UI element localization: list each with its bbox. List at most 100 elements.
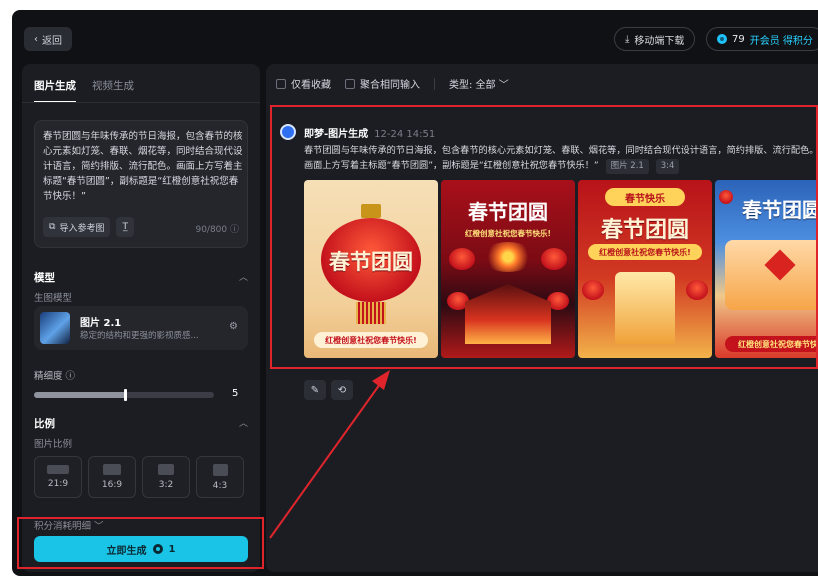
download-icon: ⤓: [625, 33, 630, 45]
result-image-4[interactable]: 春节团圆 红橙创意社祝您春节快乐: [715, 180, 818, 358]
aggregate-input-label: 聚合相同输入: [360, 80, 420, 91]
poster-subtitle: 红橙创意社祝您春节快乐!: [314, 332, 428, 348]
poster-subtitle: 红橙创意社祝您春节快乐!: [588, 244, 702, 260]
poster-top-label: 春节快乐: [605, 188, 685, 206]
back-button[interactable]: ‹ 返回: [24, 27, 72, 51]
aggregate-input-checkbox[interactable]: 聚合相同输入: [345, 76, 420, 91]
sliders-icon[interactable]: ⚙: [229, 321, 238, 332]
tabs-divider: [22, 102, 260, 103]
chevron-left-icon: ‹: [34, 33, 38, 45]
model-description: 稳定的结构和更强的影视质感...: [80, 331, 199, 341]
ratio-section-title: 比例: [34, 418, 55, 430]
lantern-graphic: [719, 190, 733, 204]
chevron-up-icon[interactable]: ︿: [239, 416, 248, 429]
ratio-label: 21:9: [47, 479, 69, 489]
poster-title: 春节团圆: [600, 217, 689, 243]
detail-value: 5: [232, 388, 239, 399]
poster-subtitle: 红橙创意社祝您春节快乐: [725, 336, 818, 352]
record-title-text: 即梦-图片生成: [304, 129, 369, 140]
character-counter: 90/800 ⓘ: [195, 225, 239, 235]
results-panel: 仅看收藏 聚合相同输入 类型: 全部 ﹀ 即梦-图片生成 12-24 14:51 …: [266, 64, 818, 572]
ratio-options: 21:9 16:9 3:2 4:3: [34, 456, 244, 498]
import-reference-label: 导入参考图: [59, 223, 105, 234]
edit-icon[interactable]: ✎: [304, 380, 326, 400]
temple-graphic: [465, 284, 551, 344]
model-thumbnail: [40, 312, 70, 344]
generate-cost: 1: [168, 543, 176, 555]
credit-coin-icon: [717, 34, 727, 44]
filter-bar: 仅看收藏 聚合相同输入 类型: 全部 ﹀: [276, 76, 509, 91]
credit-coin-icon: [152, 544, 163, 554]
result-image-2[interactable]: 春节团圆 红橙创意社祝您春节快乐!: [441, 180, 575, 358]
regenerate-icon[interactable]: ⟲: [331, 380, 353, 400]
prompt-tools: ⧉ 导入参考图 T̲: [43, 217, 134, 237]
ratio-label: 4:3: [212, 480, 228, 491]
mobile-download-button[interactable]: ⤓ 移动端下载: [614, 27, 696, 51]
record-prompt[interactable]: 春节团圆与年味传承的节日海报，包含春节的核心元素如灯笼、春联、烟花等，同时结合现…: [304, 143, 818, 174]
image-upload-icon: ⧉: [49, 222, 56, 232]
checkbox-box: [345, 78, 355, 89]
download-label: 移动端下载: [634, 35, 685, 47]
poster-title: 春节团圆: [329, 249, 413, 274]
favorites-only-checkbox[interactable]: 仅看收藏: [276, 76, 331, 91]
tab-video-generation[interactable]: 视频生成: [92, 78, 134, 103]
import-reference-button[interactable]: ⧉ 导入参考图: [43, 217, 111, 237]
filter-divider: [434, 77, 435, 90]
lantern-graphic: [541, 248, 567, 270]
ratio-option-4-3[interactable]: 4:3: [196, 456, 244, 498]
generation-panel: 图片生成 视频生成 春节团圆与年味传承的节日海报，包含春节的核心元素如灯笼、春联…: [22, 64, 260, 572]
model-section-title: 模型: [34, 272, 55, 284]
ratio-label: 16:9: [101, 480, 123, 490]
app-window: ‹ 返回 ⤓ 移动端下载 79 开会员 得积分 图片生成 视频生成 春节团圆与年…: [12, 10, 818, 576]
model-selector[interactable]: 图片 2.1 稳定的结构和更强的影视质感... ⚙: [34, 306, 248, 350]
credit-count: 79: [732, 33, 745, 45]
family-illustration: [725, 240, 818, 310]
detail-slider-fill: [34, 392, 124, 398]
ratio-shape-icon: [103, 464, 121, 475]
chevron-up-icon[interactable]: ︿: [239, 270, 248, 283]
fireworks-graphic: [481, 242, 535, 272]
prompt-text[interactable]: 春节团圆与年味传承的节日海报，包含春节的核心元素如灯笼、春联、烟花等，同时结合现…: [43, 129, 243, 204]
ratio-subtitle: 图片比例: [34, 439, 73, 450]
text-format-button[interactable]: T̲: [116, 217, 134, 237]
checkbox-box: [276, 78, 286, 89]
lantern-graphic: [686, 280, 708, 300]
ratio-shape-icon: [47, 465, 69, 474]
lantern-box-graphic: [615, 272, 675, 344]
result-image-1[interactable]: 春节团圆 红橙创意社祝您春节快乐!: [304, 180, 438, 358]
mode-tabs: 图片生成 视频生成: [34, 78, 134, 103]
type-filter-dropdown[interactable]: 类型: 全部 ﹀: [449, 76, 509, 91]
back-label: 返回: [42, 35, 62, 47]
result-image-3[interactable]: 春节快乐 春节团圆 红橙创意社祝您春节快乐!: [578, 180, 712, 358]
ratio-tag: 3:4: [655, 159, 680, 174]
ratio-option-21-9[interactable]: 21:9: [34, 456, 82, 498]
generate-label: 立即生成: [106, 545, 147, 557]
text-format-icon: T̲: [122, 222, 128, 232]
top-bar: ‹ 返回 ⤓ 移动端下载 79 开会员 得积分: [12, 10, 818, 60]
ratio-option-3-2[interactable]: 3:2: [142, 456, 190, 498]
prompt-input[interactable]: 春节团圆与年味传承的节日海报，包含春节的核心元素如灯笼、春联、烟花等，同时结合现…: [34, 120, 248, 248]
lantern-tassel-graphic: [356, 302, 386, 324]
credits-pill[interactable]: 79 开会员 得积分: [706, 27, 818, 51]
lantern-graphic: [582, 280, 604, 300]
detail-slider[interactable]: [34, 389, 214, 401]
tab-image-generation[interactable]: 图片生成: [34, 78, 76, 103]
record-actions: ✎ ⟲: [304, 380, 353, 400]
detail-slider-handle[interactable]: [124, 389, 127, 401]
poster-title: 春节团圆: [468, 200, 548, 224]
lantern-cap-graphic: [361, 204, 381, 218]
lantern-graphic: [449, 248, 475, 270]
jimeng-logo-icon: [280, 124, 296, 140]
generate-button[interactable]: 立即生成 1: [34, 536, 248, 562]
result-images: 春节团圆 红橙创意社祝您春节快乐! 春节团圆 红橙创意社祝您春节快乐! 春节快乐: [304, 180, 818, 358]
detail-label: 精细度 ⓘ: [34, 371, 76, 382]
favorites-only-label: 仅看收藏: [291, 80, 331, 91]
vip-link[interactable]: 开会员 得积分: [750, 32, 813, 47]
model-subtitle: 生图模型: [34, 293, 73, 304]
poster-subtitle: 红橙创意社祝您春节快乐!: [465, 229, 551, 238]
record-time: 12-24 14:51: [374, 129, 436, 140]
record-title: 即梦-图片生成 12-24 14:51: [304, 125, 435, 140]
ratio-option-16-9[interactable]: 16:9: [88, 456, 136, 498]
cost-details-toggle[interactable]: 积分消耗明细 ﹀: [34, 518, 104, 532]
model-tag: 图片 2.1: [605, 159, 649, 174]
